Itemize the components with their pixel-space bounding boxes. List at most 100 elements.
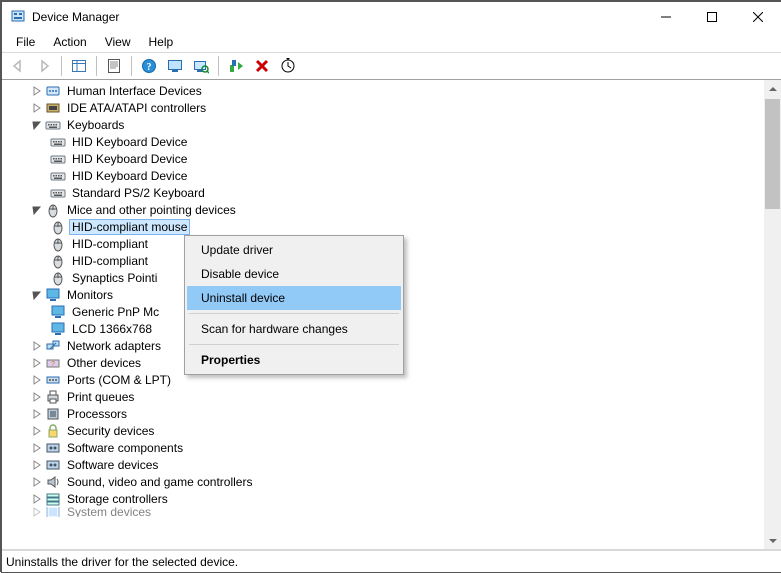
expand-toggle[interactable]	[30, 356, 44, 370]
device-category[interactable]: Storage controllers	[2, 490, 764, 507]
scroll-thumb[interactable]	[765, 99, 780, 209]
network-icon	[45, 338, 61, 354]
forward-button[interactable]	[32, 54, 56, 78]
device-item[interactable]: HID Keyboard Device	[2, 167, 764, 184]
device-category[interactable]: Keyboards	[2, 116, 764, 133]
device-item[interactable]: HID Keyboard Device	[2, 133, 764, 150]
context-menu-item[interactable]: Properties	[187, 348, 401, 372]
close-button[interactable]	[735, 2, 781, 32]
expand-toggle[interactable]	[30, 507, 44, 517]
context-menu-item[interactable]: Uninstall device	[187, 286, 401, 310]
menu-bar: File Action View Help	[2, 32, 781, 52]
system-icon	[45, 507, 61, 517]
expand-toggle[interactable]	[30, 339, 44, 353]
expand-toggle[interactable]	[30, 458, 44, 472]
device-label: Software devices	[65, 458, 160, 472]
minimize-button[interactable]	[643, 2, 689, 32]
device-label: HID-compliant	[70, 254, 150, 268]
toolbar-separator	[96, 56, 97, 76]
keyboard-icon	[45, 117, 61, 133]
status-bar: Uninstalls the driver for the selected d…	[2, 550, 781, 572]
device-category[interactable]: IDE ATA/ATAPI controllers	[2, 99, 764, 116]
device-label: Synaptics Pointi	[70, 271, 159, 285]
storage-icon	[45, 491, 61, 507]
expand-toggle[interactable]	[30, 475, 44, 489]
device-category[interactable]: Security devices	[2, 422, 764, 439]
device-label: Sound, video and game controllers	[65, 475, 254, 489]
device-category[interactable]: Software devices	[2, 456, 764, 473]
context-menu-separator	[189, 344, 399, 345]
scroll-up-arrow[interactable]	[764, 80, 781, 97]
context-menu[interactable]: Update driverDisable deviceUninstall dev…	[184, 235, 404, 375]
update-driver-button[interactable]	[276, 54, 300, 78]
device-label: Mice and other pointing devices	[65, 203, 238, 217]
status-text: Uninstalls the driver for the selected d…	[6, 555, 238, 569]
device-item[interactable]: HID-compliant mouse	[2, 218, 764, 235]
device-item[interactable]: HID Keyboard Device	[2, 150, 764, 167]
collapse-toggle[interactable]	[30, 118, 44, 132]
monitor-icon	[50, 304, 66, 320]
expand-toggle[interactable]	[30, 424, 44, 438]
toolbar-separator	[218, 56, 219, 76]
device-label: Keyboards	[65, 118, 126, 132]
mouse-icon	[50, 253, 66, 269]
toolbar-separator	[131, 56, 132, 76]
expand-toggle[interactable]	[30, 407, 44, 421]
device-label: Network adapters	[65, 339, 163, 353]
collapse-toggle[interactable]	[30, 288, 44, 302]
menu-file[interactable]: File	[8, 34, 43, 50]
ide-icon	[45, 100, 61, 116]
device-item[interactable]: Standard PS/2 Keyboard	[2, 184, 764, 201]
device-category[interactable]: Human Interface Devices	[2, 82, 764, 99]
device-label: Security devices	[65, 424, 156, 438]
device-label: Ports (COM & LPT)	[65, 373, 173, 387]
device-category[interactable]: Processors	[2, 405, 764, 422]
context-menu-item[interactable]: Scan for hardware changes	[187, 317, 401, 341]
device-category[interactable]: Software components	[2, 439, 764, 456]
expand-toggle[interactable]	[30, 441, 44, 455]
monitor-icon-button[interactable]	[163, 54, 187, 78]
device-category[interactable]: Sound, video and game controllers	[2, 473, 764, 490]
port-icon	[45, 372, 61, 388]
device-label: Processors	[65, 407, 129, 421]
device-tree-area: Human Interface Devices IDE ATA/ATAPI con…	[2, 80, 781, 550]
context-menu-item[interactable]: Disable device	[187, 262, 401, 286]
mouse-icon	[50, 236, 66, 252]
device-category[interactable]: System devices	[2, 507, 764, 517]
device-label: IDE ATA/ATAPI controllers	[65, 101, 208, 115]
device-label: Storage controllers	[65, 492, 170, 506]
menu-help[interactable]: Help	[141, 34, 182, 50]
context-menu-separator	[189, 313, 399, 314]
properties-button[interactable]	[102, 54, 126, 78]
expand-toggle[interactable]	[30, 101, 44, 115]
menu-action[interactable]: Action	[45, 34, 94, 50]
device-category[interactable]: Mice and other pointing devices	[2, 201, 764, 218]
context-menu-item[interactable]: Update driver	[187, 238, 401, 262]
device-label: HID-compliant mouse	[70, 220, 189, 234]
mouse-icon	[50, 219, 66, 235]
printer-icon	[45, 389, 61, 405]
uninstall-device-button[interactable]	[250, 54, 274, 78]
back-button[interactable]	[6, 54, 30, 78]
expand-toggle[interactable]	[30, 390, 44, 404]
expand-toggle[interactable]	[30, 373, 44, 387]
app-icon	[10, 9, 26, 25]
collapse-toggle[interactable]	[30, 203, 44, 217]
device-category[interactable]: Print queues	[2, 388, 764, 405]
vertical-scrollbar[interactable]	[764, 80, 781, 549]
scan-hardware-button[interactable]	[189, 54, 213, 78]
expand-toggle[interactable]	[30, 492, 44, 506]
svg-text:?: ?	[147, 62, 152, 73]
show-hide-tree-button[interactable]	[67, 54, 91, 78]
expand-toggle[interactable]	[30, 84, 44, 98]
maximize-button[interactable]	[689, 2, 735, 32]
device-label: HID Keyboard Device	[70, 152, 189, 166]
device-label: Print queues	[65, 390, 136, 404]
mouse-icon	[45, 202, 61, 218]
scroll-down-arrow[interactable]	[764, 532, 781, 549]
device-label: LCD 1366x768	[70, 322, 154, 336]
menu-view[interactable]: View	[97, 34, 139, 50]
window-title: Device Manager	[32, 10, 643, 24]
enable-device-button[interactable]	[224, 54, 248, 78]
help-button[interactable]: ?	[137, 54, 161, 78]
